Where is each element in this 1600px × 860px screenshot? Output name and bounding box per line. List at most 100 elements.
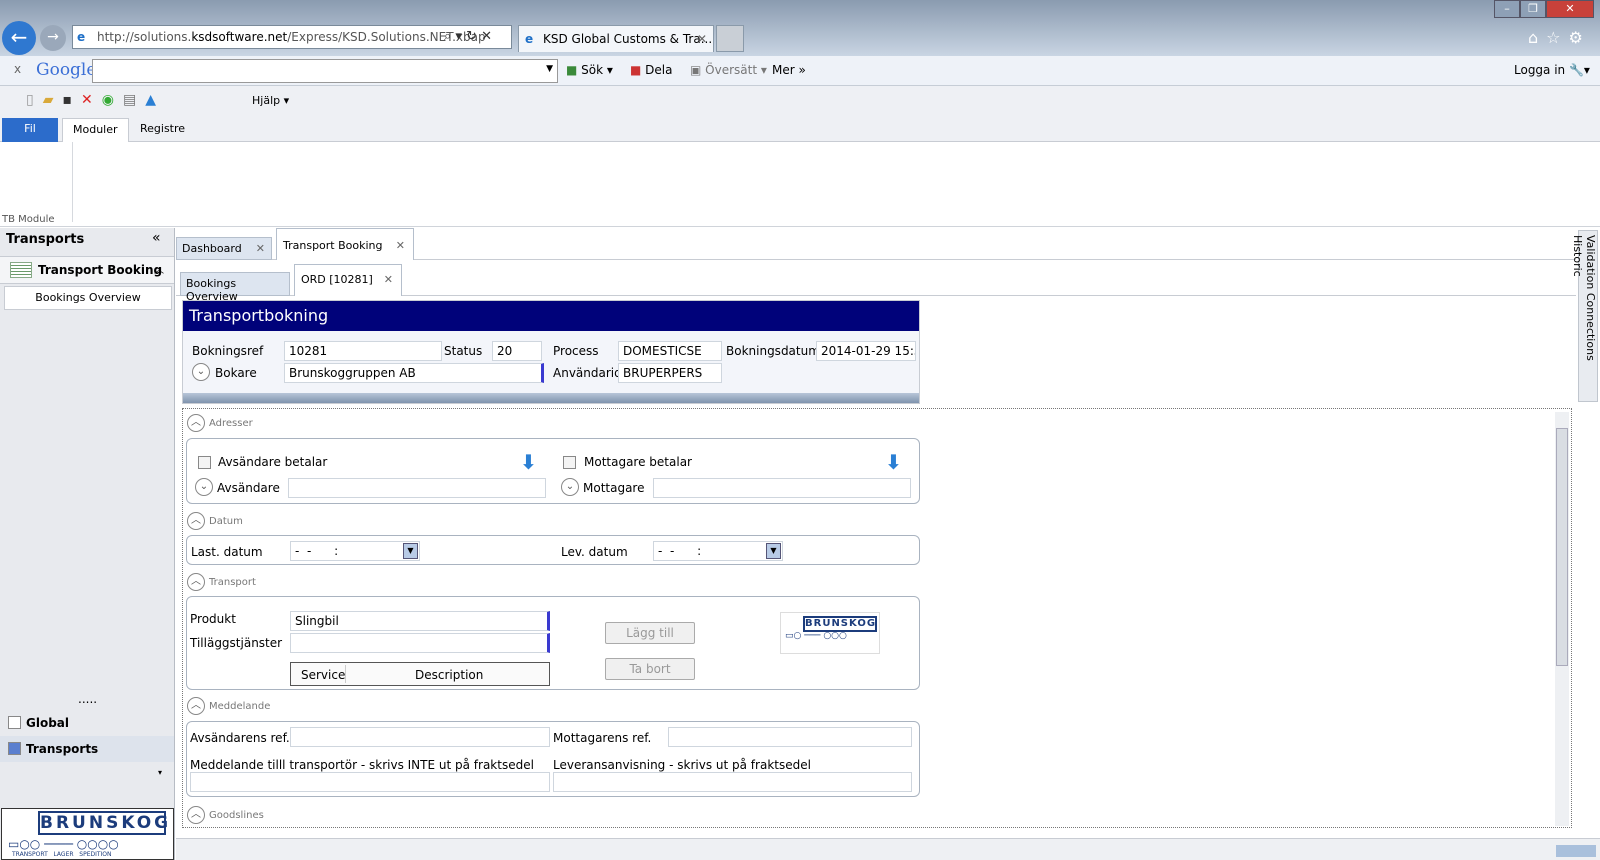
home-favorites-tools-icons[interactable]: ⌂☆⚙ [1528, 28, 1591, 47]
url-domain: ksdsoftware.net [191, 30, 288, 44]
expand-mottagare-icon[interactable]: ⌄ [561, 478, 579, 496]
expand-bokare-icon[interactable]: ⌄ [192, 363, 210, 381]
mottagare-label: Mottagare [583, 481, 645, 495]
mottagare-betalar-label: Mottagare betalar [584, 455, 692, 469]
bokare-field[interactable]: Brunskoggruppen AB [284, 363, 544, 383]
save-icon: ▪ [62, 92, 81, 108]
mottagare-field[interactable] [653, 478, 911, 498]
tab-ord[interactable]: ORD [10281] ✕ [294, 264, 402, 296]
chevron-up-icon[interactable]: ︿ [154, 261, 164, 276]
google-icon: ■ [566, 63, 582, 77]
new-tab-button[interactable] [716, 25, 744, 52]
bokare-label: Bokare [215, 366, 257, 380]
login-button[interactable]: Logga in 🔧▾ [1514, 63, 1590, 77]
ribbon-tab-fil[interactable]: Fil [2, 118, 58, 142]
chevron-down-icon[interactable]: ▼ [546, 64, 553, 74]
column-service[interactable]: Service [301, 668, 345, 682]
avsandare-field[interactable] [288, 478, 546, 498]
help-menu[interactable]: Hjälp ▾ [252, 94, 289, 107]
anvandarid-field[interactable]: BRUPERPERS [618, 363, 722, 383]
address-actions[interactable]: ⌕ ▾ ↻ ✕ [444, 29, 492, 44]
translate-icon: ▣ [690, 63, 706, 77]
sidebar-nav-transports[interactable]: Transports [0, 736, 174, 762]
collapse-sidebar-icon[interactable]: « [152, 230, 161, 246]
ie-icon: e [525, 32, 534, 46]
process-label: Process [553, 344, 599, 358]
vertical-scrollbar[interactable] [1555, 412, 1569, 826]
mottagarens-ref-field[interactable] [668, 727, 912, 747]
calendar-dropdown-icon[interactable]: ▼ [403, 543, 418, 559]
sidebar-module-transport-booking[interactable]: Transport Booking ︿ [0, 256, 174, 284]
process-field[interactable]: DOMESTICSE [618, 341, 722, 361]
sidebar: Transports « Transport Booking ︿ Booking… [0, 228, 175, 860]
expand-avsandare-icon[interactable]: ⌄ [195, 478, 213, 496]
avsandare-label: Avsändare [217, 481, 280, 495]
google-search-input[interactable]: ▼ [92, 59, 558, 83]
collapse-meddelande-icon[interactable]: ︿ [187, 697, 205, 715]
bokningsref-label: Bokningsref [192, 344, 264, 358]
side-tab-validation[interactable]: Validation [1584, 235, 1597, 289]
side-tab-historic[interactable]: Historic [1571, 235, 1584, 277]
ribbon-tab-moduler[interactable]: Moduler [62, 118, 129, 142]
tab-transport-booking[interactable]: Transport Booking ✕ [276, 228, 414, 260]
leveransanvisning-field[interactable] [553, 772, 912, 792]
tab-title: KSD Global Customs & Tra... [543, 32, 713, 46]
ribbon-panel [0, 142, 1600, 227]
mottagare-betalar-checkbox[interactable] [563, 456, 576, 469]
google-close-icon[interactable]: x [14, 62, 21, 76]
bokningsref-field[interactable]: 10281 [284, 341, 442, 361]
tillaggstjanster-field[interactable] [290, 633, 550, 653]
toolbar-icons[interactable]: ▯▰▪✕◉▤▲ [26, 92, 165, 108]
share-button[interactable]: ■ Dela [630, 63, 672, 77]
collapse-goodslines-icon[interactable]: ︿ [187, 806, 205, 824]
collapse-adresser-icon[interactable]: ︿ [187, 414, 205, 432]
sidebar-item-bookings-overview[interactable]: Bookings Overview [4, 286, 172, 310]
leveransanvisning-label: Leveransanvisning - skrivs ut på fraktse… [553, 758, 811, 772]
sidebar-nav-global[interactable]: Global [0, 710, 174, 736]
sidebar-menu-icon[interactable]: ▾ [158, 768, 162, 777]
app-toolbar [0, 86, 1600, 116]
ta-bort-button[interactable]: Ta bort [605, 658, 695, 680]
column-description[interactable]: Description [415, 668, 483, 682]
section-transport-title: Transport [209, 577, 256, 588]
back-button[interactable]: ← [2, 21, 36, 55]
delete-icon: ✕ [81, 92, 102, 108]
avsandare-betalar-checkbox[interactable] [198, 456, 211, 469]
forward-button[interactable]: → [40, 25, 66, 51]
close-tab-icon[interactable]: ✕ [697, 26, 707, 52]
tab-dashboard[interactable]: Dashboard ✕ [176, 237, 272, 260]
close-icon[interactable]: ✕ [384, 273, 393, 286]
close-window-button[interactable]: ✕ [1546, 0, 1594, 18]
bokningsdatum-field[interactable]: 2014-01-29 15:36 [816, 341, 916, 361]
minimize-button[interactable]: – [1494, 0, 1520, 18]
arrow-down-icon[interactable]: ⬇ [520, 450, 537, 474]
lagg-till-button[interactable]: Lägg till [605, 622, 695, 644]
google-search-button[interactable]: ■ Sök ▾ [566, 63, 613, 77]
produkt-field[interactable]: Slingbil [290, 611, 550, 631]
last-datum-picker[interactable]: - - : ▼ [290, 541, 420, 561]
lev-datum-picker[interactable]: - - : ▼ [653, 541, 783, 561]
sidebar-title: Transports [6, 232, 85, 247]
calendar-dropdown-icon[interactable]: ▼ [766, 543, 781, 559]
collapse-datum-icon[interactable]: ︿ [187, 512, 205, 530]
avsandarens-ref-field[interactable] [290, 727, 550, 747]
collapse-transport-icon[interactable]: ︿ [187, 573, 205, 591]
status-field[interactable]: 20 [492, 341, 542, 361]
more-button[interactable]: Mer » [772, 63, 806, 77]
restore-button[interactable]: ❐ [1520, 0, 1546, 18]
side-tab-connections[interactable]: Connections [1584, 293, 1597, 361]
section-goodslines-title: Goodslines [209, 810, 264, 821]
new-icon: ▯ [26, 92, 43, 108]
translate-button[interactable]: ▣ Översätt ▾ [690, 63, 767, 77]
sidebar-splitter[interactable]: ..... [78, 692, 97, 706]
module-label: Transport Booking [38, 263, 163, 277]
browser-tab-active[interactable]: e KSD Global Customs & Tra... ✕ [518, 25, 714, 52]
meddelande-transportor-label: Meddelande tilll transportör - skrivs IN… [190, 758, 534, 772]
close-icon[interactable]: ✕ [396, 239, 405, 252]
arrow-down-icon[interactable]: ⬇ [885, 450, 902, 474]
meddelande-transportor-field[interactable] [190, 772, 550, 792]
page-title: Transportbokning [183, 301, 919, 331]
close-icon[interactable]: ✕ [256, 242, 265, 255]
ribbon-tab-registre[interactable]: Registre [130, 118, 195, 142]
tab-bookings-overview[interactable]: Bookings Overview [180, 272, 290, 303]
